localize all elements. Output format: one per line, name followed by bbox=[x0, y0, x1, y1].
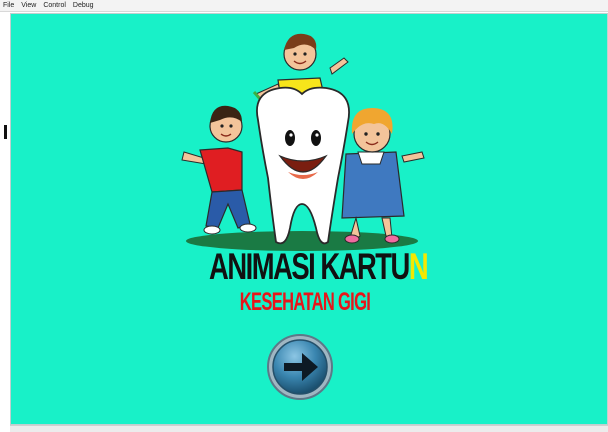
menu-view[interactable]: View bbox=[21, 0, 36, 12]
window-left-edge bbox=[0, 13, 10, 432]
title-main-last-letter: N bbox=[408, 246, 429, 287]
cartoon-illustration bbox=[181, 33, 425, 251]
title-main-text: ANIMASI KARTU bbox=[209, 246, 410, 287]
boy-left bbox=[181, 105, 257, 235]
edge-marker bbox=[4, 125, 7, 139]
menu-file[interactable]: File bbox=[3, 0, 14, 12]
title-sub: KESEHATAN GIGI bbox=[239, 288, 371, 316]
girl-right bbox=[341, 108, 425, 244]
arrow-right-icon bbox=[267, 334, 333, 400]
menu-control[interactable]: Control bbox=[43, 0, 66, 12]
next-button[interactable] bbox=[266, 333, 334, 401]
bottom-strip bbox=[10, 425, 608, 432]
menu-bar: File View Control Debug bbox=[0, 0, 608, 12]
tooth-character bbox=[256, 86, 350, 245]
title-main: ANIMASI KARTUN bbox=[209, 247, 429, 287]
menu-debug[interactable]: Debug bbox=[73, 0, 94, 12]
